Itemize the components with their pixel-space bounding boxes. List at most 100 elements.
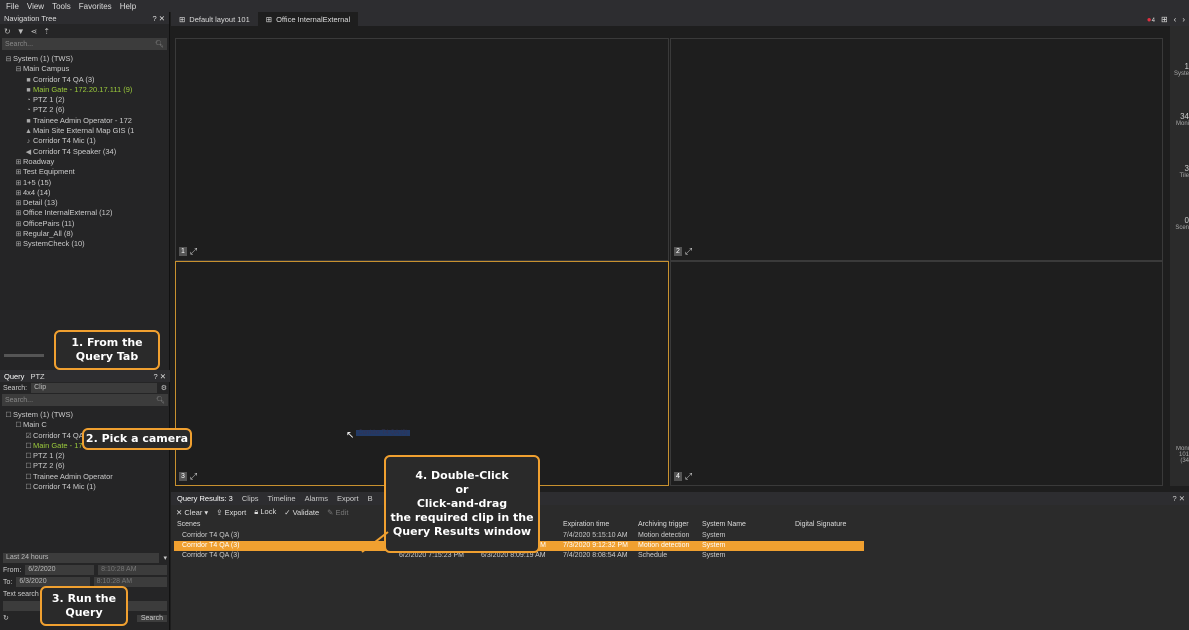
search-type-select[interactable]: Clip — [31, 383, 157, 393]
refresh-icon[interactable]: ↻ — [3, 614, 9, 622]
checkbox-icon[interactable]: ☐ — [4, 411, 13, 420]
nav-tree-item[interactable]: ■ Trainee Admin Operator - 172 — [0, 116, 169, 126]
tree-icon[interactable]: ⋖ — [31, 27, 38, 36]
settings-icon[interactable]: ⚙ — [161, 384, 167, 392]
query-tree-item[interactable]: ☐Corridor T4 Mic (1) — [0, 482, 170, 492]
nav-tree-item[interactable]: ⊞ OfficePairs (11) — [0, 219, 169, 229]
stat-monitors: 34 Moni — [1170, 112, 1189, 127]
column-header[interactable]: System Name — [699, 519, 792, 531]
checkbox-icon[interactable]: ☐ — [24, 483, 33, 492]
tab-query-results[interactable]: Query Results: 3 — [177, 494, 233, 503]
layout-grid-icon[interactable]: ⊞ — [1161, 15, 1168, 24]
time-range-select[interactable]: Last 24 hours — [3, 553, 160, 563]
tree-node-label: Trainee Admin Operator - 172 — [33, 115, 132, 125]
nav-tree-controls[interactable]: ? ✕ — [152, 14, 165, 23]
nav-tree-item[interactable]: ⊞ Test Equipment — [0, 167, 169, 177]
search-icon[interactable]: 🔍︎ — [156, 396, 165, 404]
search-icon[interactable]: 🔍︎ — [155, 40, 164, 48]
lock-button[interactable]: 🔒︎ Lock — [254, 507, 276, 517]
query-panel-controls[interactable]: ? ✕ — [153, 372, 166, 381]
nav-tree-item[interactable]: ⊞ Office InternalExternal (12) — [0, 208, 169, 218]
refresh-icon[interactable]: ↻ — [4, 27, 11, 36]
nav-tree-item[interactable]: ◔ PTZ 2 (6) — [0, 105, 169, 115]
tree-node-icon: ▲ — [25, 128, 32, 136]
query-search-input[interactable]: Search... 🔍︎ — [2, 394, 168, 406]
menu-tools[interactable]: Tools — [52, 2, 71, 11]
expand-icon[interactable]: ⤢ — [190, 471, 197, 482]
nav-tree-item[interactable]: ⊞ 4x4 (14) — [0, 188, 169, 198]
nav-tree-item[interactable]: ⊟ System (1) (TWS) — [0, 54, 169, 64]
tab-alarms[interactable]: Alarms — [305, 494, 328, 503]
validate-button[interactable]: ✓ Validate — [284, 508, 319, 517]
menu-view[interactable]: View — [27, 2, 44, 11]
chevron-right-icon[interactable]: › — [1182, 15, 1185, 24]
query-tree-item[interactable]: ☐PTZ 2 (6) — [0, 461, 170, 471]
nav-tree-item[interactable]: ◔ PTZ 1 (2) — [0, 95, 169, 105]
search-button[interactable]: Search — [136, 614, 167, 622]
tab-ptz[interactable]: PTZ — [30, 372, 44, 381]
checkbox-icon[interactable]: ☐ — [24, 462, 33, 471]
sort-icon[interactable]: ⇡ — [43, 27, 50, 36]
lock-icon: 🔒︎ — [254, 507, 259, 516]
tab-query[interactable]: Query — [4, 372, 24, 381]
alarm-indicator[interactable]: ●4 — [1147, 15, 1155, 24]
menu-help[interactable]: Help — [120, 2, 136, 11]
stat-systems: 1 Syste — [1170, 62, 1189, 77]
checkbox-icon[interactable]: ☐ — [24, 452, 33, 461]
tab-default-layout[interactable]: ⊞ Default layout 101 — [171, 12, 258, 26]
checkbox-icon[interactable]: ☐ — [24, 473, 33, 482]
results-controls[interactable]: ? ✕ — [1172, 494, 1189, 503]
from-date-input[interactable]: 6/2/2020 — [25, 565, 95, 575]
expand-icon[interactable]: ⤢ — [685, 246, 692, 257]
video-tile-3[interactable]: 3 ⤢ ↖ Corridor T4 QA (3) — [175, 261, 669, 486]
table-cell: System — [702, 532, 726, 539]
column-header[interactable]: Archiving trigger — [635, 519, 699, 531]
expand-icon[interactable]: ⤢ — [190, 246, 197, 257]
query-tree-item[interactable]: ☐System (1) (TWS) — [0, 410, 170, 420]
expand-icon[interactable]: ⤢ — [685, 471, 692, 482]
tab-export[interactable]: Export — [337, 494, 359, 503]
nav-tree-item[interactable]: ▲Main Site External Map GIS (1 — [0, 126, 169, 136]
nav-tree-item[interactable]: ⊞ Regular_All (8) — [0, 229, 169, 239]
nav-tree-item[interactable]: ◀ Corridor T4 Speaker (34) — [0, 147, 169, 157]
tab-office-internal-external[interactable]: ⊞ Office InternalExternal — [257, 12, 359, 26]
nav-scrollbar[interactable] — [4, 354, 44, 357]
tab-timeline[interactable]: Timeline — [268, 494, 296, 503]
checkbox-checked-icon[interactable]: ☑ — [24, 432, 33, 441]
query-tree-item[interactable]: ☐Trainee Admin Operator — [0, 472, 170, 482]
tree-node-icon: ■ — [26, 117, 31, 125]
checkbox-icon[interactable]: ☐ — [24, 442, 33, 451]
nav-tree-item[interactable]: ⊞ Roadway — [0, 157, 169, 167]
tree-node-label: System (1) (TWS) — [13, 54, 73, 63]
nav-tree-item[interactable]: ⊞ 1+5 (15) — [0, 178, 169, 188]
nav-tree-item[interactable]: ⊟ Main Campus — [0, 64, 169, 74]
nav-tree-item[interactable]: ⊞ SystemCheck (10) — [0, 239, 169, 249]
video-tile-4[interactable]: 4 ⤢ — [670, 261, 1163, 486]
column-header[interactable]: Expiration time — [560, 519, 635, 531]
tree-node-icon: ♪ — [26, 138, 31, 146]
from-time-input[interactable]: 8:10:28 AM — [98, 565, 167, 575]
export-button[interactable]: ⇪ Export — [216, 508, 246, 517]
nav-search-input[interactable]: Search... 🔍︎ — [2, 38, 167, 50]
query-tree-item[interactable]: ☐PTZ 1 (2) — [0, 451, 170, 461]
video-tile-2[interactable]: 2 ⤢ — [670, 38, 1163, 261]
tree-node-label: Main C — [23, 420, 47, 430]
callout-line: or — [455, 483, 469, 496]
edit-button[interactable]: ✎ Edit — [327, 508, 348, 517]
nav-tree-item[interactable]: ♪ Corridor T4 Mic (1) — [0, 136, 169, 146]
nav-tree-item[interactable]: ■ Corridor T4 QA (3) — [0, 75, 169, 85]
chevron-left-icon[interactable]: ‹ — [1174, 15, 1177, 24]
clear-button[interactable]: ✕ Clear ▾ — [176, 508, 208, 517]
filter-icon[interactable]: ▼ — [17, 27, 25, 36]
chevron-down-icon[interactable]: ▾ — [163, 554, 167, 562]
tab-more[interactable]: B — [368, 494, 373, 503]
tab-clips[interactable]: Clips — [242, 494, 259, 503]
checkbox-icon[interactable]: ☐ — [14, 421, 23, 430]
menu-file[interactable]: File — [6, 2, 19, 11]
menu-favorites[interactable]: Favorites — [79, 2, 112, 11]
callout-line: Click-and-drag — [416, 497, 508, 510]
nav-tree-item[interactable]: ⊞ Detail (13) — [0, 198, 169, 208]
nav-tree-item[interactable]: ■ Main Gate - 172.20.17.111 (9) — [0, 85, 169, 95]
video-tile-1[interactable]: 1 ⤢ — [175, 38, 669, 261]
column-header[interactable]: Digital Signature — [792, 519, 862, 531]
